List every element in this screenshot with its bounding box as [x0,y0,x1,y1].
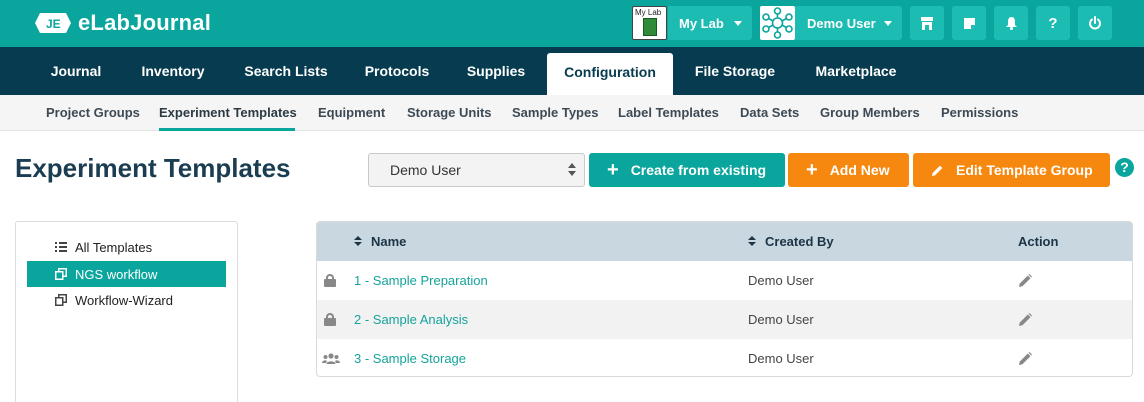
help-button[interactable]: ? [1036,6,1070,40]
create-from-existing-button[interactable]: + Create from existing [589,153,785,187]
column-header-name[interactable]: Name [354,222,406,261]
table-header: Name Created By Action [317,222,1132,261]
subnav-permissions[interactable]: Permissions [941,95,1018,131]
plus-icon: + [806,159,818,181]
created-by-cell: Demo User [748,351,814,366]
lock-icon [323,274,337,287]
tree-item-workflow-wizard[interactable]: Workflow-Wizard [27,287,226,313]
nav-configuration[interactable]: Configuration [547,53,673,95]
created-by-cell: Demo User [748,312,814,327]
tree-item-label: Workflow-Wizard [75,292,173,308]
edit-template-group-label: Edit Template Group [956,162,1093,178]
column-header-name-label: Name [371,234,407,249]
bell-icon [1005,17,1017,30]
top-bar: JE eLabJournal My Lab My Lab Demo User ? [0,0,1144,47]
lab-image [643,18,657,36]
logout-button[interactable] [1078,6,1112,40]
subnav-group-members[interactable]: Group Members [820,95,920,131]
user-avatar[interactable] [760,6,795,40]
copy-icon [55,268,67,280]
lab-thumbnail[interactable]: My Lab [632,6,667,40]
subnav-label-templates[interactable]: Label Templates [618,95,719,131]
nav-inventory[interactable]: Inventory [128,47,218,95]
create-from-existing-label: Create from existing [630,162,767,178]
user-menu-label: Demo User [807,15,876,31]
help-icon: ? [1048,14,1058,32]
subnav-project-groups[interactable]: Project Groups [46,95,140,131]
select-updown-icon [568,163,576,177]
page-help-icon[interactable]: ? [1115,158,1134,177]
subnav-experiment-templates[interactable]: Experiment Templates [159,95,297,131]
list-icon [55,242,67,252]
sort-icon [354,236,362,247]
subnav-storage-units[interactable]: Storage Units [407,95,492,131]
lab-switcher-label: My Lab [679,15,724,31]
nav-search-lists[interactable]: Search Lists [234,47,338,95]
store-icon [921,16,933,30]
main-navigation: Journal Inventory Search Lists Protocols… [0,47,1144,95]
table-row: 2 - Sample Analysis Demo User [317,300,1132,339]
chevron-down-icon [884,21,892,26]
template-name-link[interactable]: 2 - Sample Analysis [354,300,468,339]
add-new-button[interactable]: + Add New [788,153,909,187]
edit-pencil-icon[interactable] [1018,274,1032,288]
subnav-data-sets[interactable]: Data Sets [740,95,799,131]
nav-protocols[interactable]: Protocols [354,47,440,95]
template-name-link[interactable]: 1 - Sample Preparation [354,261,488,300]
nav-file-storage[interactable]: File Storage [686,47,784,95]
column-header-action: Action [1018,234,1059,249]
user-menu-button[interactable]: Demo User [795,6,902,40]
marketplace-store-button[interactable] [910,6,944,40]
subnav-equipment[interactable]: Equipment [318,95,385,131]
edit-pencil-icon[interactable] [1018,313,1032,327]
users-icon [322,353,340,364]
table-row: 3 - Sample Storage Demo User [317,339,1132,376]
logo-mark-text: JE [46,17,61,31]
active-tab-indicator [159,128,295,131]
column-header-created-by-label: Created By [765,234,834,249]
created-by-cell: Demo User [748,273,814,288]
template-group-select[interactable]: Demo User [368,153,585,187]
templates-table: Name Created By Action 1 - Sample Prepar… [316,221,1133,377]
notes-icon [963,17,975,29]
subnav-sample-types[interactable]: Sample Types [512,95,598,131]
tree-item-ngs-workflow[interactable]: NGS workflow [27,261,226,287]
nav-journal[interactable]: Journal [40,47,112,95]
tree-item-all-templates[interactable]: All Templates [27,234,226,260]
app-logo[interactable]: JE eLabJournal [34,10,211,36]
table-row: 1 - Sample Preparation Demo User [317,261,1132,300]
edit-pencil-icon[interactable] [1018,352,1032,366]
power-icon [1089,16,1101,30]
network-avatar-icon [762,7,793,39]
logo-mark-icon: JE [35,13,71,33]
template-group-select-value: Demo User [390,162,461,178]
tree-item-label: All Templates [75,239,153,255]
lock-icon [323,313,337,326]
chevron-down-icon [734,21,742,26]
template-group-tree: All Templates NGS workflow Workflow-Wiza… [15,221,238,402]
plus-icon: + [607,159,619,181]
notes-button[interactable] [952,6,986,40]
notifications-button[interactable] [994,6,1028,40]
lab-thumbnail-label: My Lab [635,8,662,17]
lab-switcher-button[interactable]: My Lab [668,6,752,40]
tree-item-label: NGS workflow [75,266,158,282]
nav-marketplace[interactable]: Marketplace [802,47,910,95]
edit-template-group-button[interactable]: Edit Template Group [913,153,1110,187]
nav-supplies[interactable]: Supplies [456,47,536,95]
sort-icon [748,236,756,247]
template-name-link[interactable]: 3 - Sample Storage [354,339,466,376]
add-new-label: Add New [829,162,890,178]
page-title: Experiment Templates [15,153,291,183]
copy-icon [55,294,67,306]
app-name: eLabJournal [78,10,212,35]
sub-navigation: Project Groups Experiment Templates Equi… [0,95,1144,131]
column-header-created-by[interactable]: Created By [748,222,834,261]
pencil-icon [932,165,943,176]
